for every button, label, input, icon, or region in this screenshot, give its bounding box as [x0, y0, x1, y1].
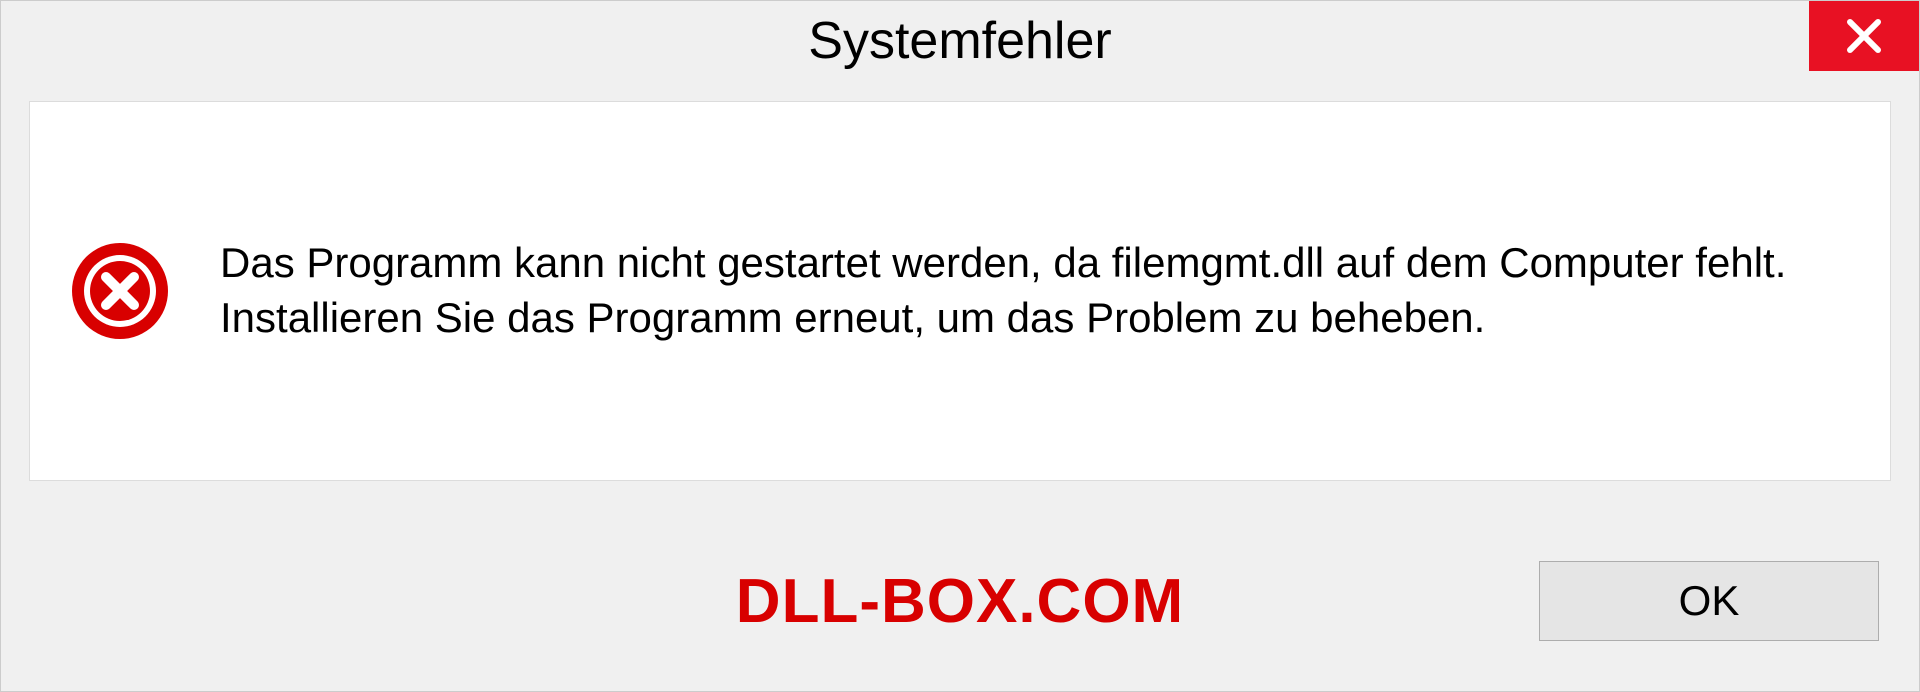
error-icon — [70, 241, 170, 341]
dialog-title: Systemfehler — [808, 11, 1111, 71]
close-icon — [1844, 16, 1884, 56]
error-message: Das Programm kann nicht gestartet werden… — [220, 236, 1850, 345]
titlebar: Systemfehler — [1, 1, 1919, 81]
content-panel: Das Programm kann nicht gestartet werden… — [29, 101, 1891, 481]
close-button[interactable] — [1809, 1, 1919, 71]
error-dialog: Systemfehler Das Programm kann nicht ges… — [0, 0, 1920, 692]
dialog-footer: DLL-BOX.COM OK — [1, 511, 1919, 691]
ok-button[interactable]: OK — [1539, 561, 1879, 641]
watermark-text: DLL-BOX.COM — [736, 566, 1184, 637]
